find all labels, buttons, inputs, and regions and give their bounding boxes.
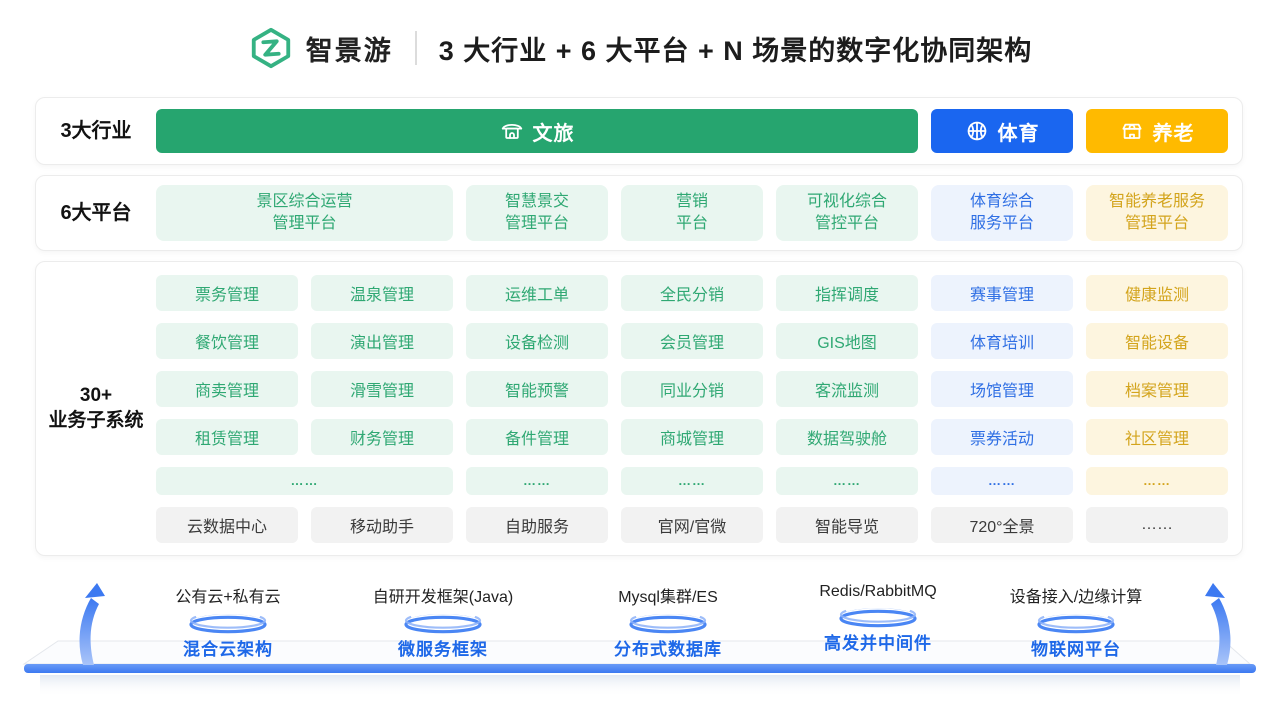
subsystem-chip: 体育培训 <box>931 323 1073 359</box>
foundation-tech-label: Mysql集群/ES <box>553 583 783 607</box>
subsystem-chip: 自助服务 <box>466 507 608 543</box>
subsystem-chip: 场馆管理 <box>931 371 1073 407</box>
industry-label: 体育 <box>998 117 1040 146</box>
industry-button-green[interactable]: 文旅 <box>156 109 918 153</box>
subsystem-chip: 会员管理 <box>621 323 763 359</box>
foundation-tech-label: 公有云+私有云 <box>113 583 343 607</box>
foundation-item: 自研开发框架(Java) 微服务框架 <box>328 583 558 660</box>
subsystems-section: 30+ 业务子系统 票务管理温泉管理运维工单全民分销指挥调度赛事管理健康监测餐饮… <box>35 261 1243 556</box>
subsystem-chip: 客流监测 <box>776 371 918 407</box>
foundation-platform-label: 高发并中间件 <box>763 629 993 654</box>
subsystem-chip: 智能预警 <box>466 371 608 407</box>
cloud-stack-icon <box>328 610 558 634</box>
cloud-stack-icon <box>961 610 1191 634</box>
subsystem-chip: 档案管理 <box>1086 371 1228 407</box>
platform-card: 营销 平台 <box>621 185 763 241</box>
subsystem-chip: …… <box>1086 507 1228 543</box>
brand-logo-icon <box>248 25 294 71</box>
industries-section: 3大行业 文旅 体育 养老 <box>35 97 1243 165</box>
subsystem-chip: 租赁管理 <box>156 419 298 455</box>
subsystems-label: 30+ 业务子系统 <box>36 384 156 433</box>
platforms-label: 6大平台 <box>36 200 156 226</box>
platform-card: 可视化综合 管控平台 <box>776 185 918 241</box>
subsystem-chip: 票务管理 <box>156 275 298 311</box>
subsystem-chip: 财务管理 <box>311 419 453 455</box>
foundation-item: 公有云+私有云混合云架构 <box>113 583 343 660</box>
platform-shadow <box>40 675 1240 697</box>
platform-card: 景区综合运营 管理平台 <box>156 185 453 241</box>
subsystem-chip: 健康监测 <box>1086 275 1228 311</box>
subsystem-chip: 智能导览 <box>776 507 918 543</box>
subsystem-chip: …… <box>776 467 918 495</box>
pagoda-icon <box>500 119 524 143</box>
industries-label: 3大行业 <box>36 118 156 144</box>
foundation-section: 公有云+私有云混合云架构自研开发框架(Java)微服务框架Mysql集群/ES分… <box>0 565 1280 720</box>
subsystems-grid: 票务管理温泉管理运维工单全民分销指挥调度赛事管理健康监测餐饮管理演出管理设备检测… <box>156 275 1228 543</box>
subsystem-chip: 票券活动 <box>931 419 1073 455</box>
subsystem-chip: 云数据中心 <box>156 507 298 543</box>
subsystem-chip: 温泉管理 <box>311 275 453 311</box>
platform-card: 智慧景交 管理平台 <box>466 185 608 241</box>
foundation-tech-label: Redis/RabbitMQ <box>763 583 993 601</box>
nursing-home-icon <box>1120 119 1144 143</box>
subsystem-chip: 餐饮管理 <box>156 323 298 359</box>
subsystem-chip: 商城管理 <box>621 419 763 455</box>
cloud-stack-icon <box>553 610 783 634</box>
industries-grid: 文旅 体育 养老 <box>156 109 1228 153</box>
platforms-section: 6大平台 景区综合运营 管理平台智慧景交 管理平台营销 平台可视化综合 管控平台… <box>35 175 1243 251</box>
foundation-item: Mysql集群/ES 分布式数据库 <box>553 583 783 660</box>
page-title: 3 大行业 + 6 大平台 + N 场景的数字化协同架构 <box>439 29 1033 68</box>
subsystem-chip: 移动助手 <box>311 507 453 543</box>
subsystem-chip: 720°全景 <box>931 507 1073 543</box>
subsystem-chip: 同业分销 <box>621 371 763 407</box>
industry-label: 文旅 <box>533 117 575 146</box>
subsystem-chip: 演出管理 <box>311 323 453 359</box>
platform-bar <box>24 664 1256 673</box>
subsystem-chip: …… <box>931 467 1073 495</box>
subsystem-chip: 滑雪管理 <box>311 371 453 407</box>
subsystem-chip: 指挥调度 <box>776 275 918 311</box>
industry-button-yellow[interactable]: 养老 <box>1086 109 1228 153</box>
subsystem-chip: …… <box>156 467 453 495</box>
cloud-stack-icon <box>113 610 343 634</box>
subsystem-chip: 官网/官微 <box>621 507 763 543</box>
header-divider <box>415 31 417 65</box>
foundation-item: 设备接入/边缘计算物联网平台 <box>961 583 1191 660</box>
subsystem-chip: 运维工单 <box>466 275 608 311</box>
basketball-icon <box>965 119 989 143</box>
foundation-item: Redis/RabbitMQ 高发并中间件 <box>763 583 993 654</box>
subsystem-chip: 社区管理 <box>1086 419 1228 455</box>
platform-card: 体育综合 服务平台 <box>931 185 1073 241</box>
industry-label: 养老 <box>1153 117 1195 146</box>
subsystem-chip: GIS地图 <box>776 323 918 359</box>
foundation-tech-label: 设备接入/边缘计算 <box>961 583 1191 607</box>
platform-card: 智能养老服务 管理平台 <box>1086 185 1228 241</box>
subsystem-chip: …… <box>466 467 608 495</box>
foundation-tech-label: 自研开发框架(Java) <box>328 583 558 607</box>
foundation-platform-label: 混合云架构 <box>113 635 343 660</box>
foundation-platform-label: 分布式数据库 <box>553 635 783 660</box>
subsystem-chip: 商卖管理 <box>156 371 298 407</box>
subsystem-chip: 设备检测 <box>466 323 608 359</box>
subsystem-chip: 全民分销 <box>621 275 763 311</box>
foundation-platform-label: 物联网平台 <box>961 635 1191 660</box>
cloud-stack-icon <box>763 604 993 628</box>
subsystem-chip: 智能设备 <box>1086 323 1228 359</box>
brand-name: 智景游 <box>306 29 393 68</box>
foundation-platform-label: 微服务框架 <box>328 635 558 660</box>
subsystem-chip: 备件管理 <box>466 419 608 455</box>
subsystem-chip: …… <box>621 467 763 495</box>
platforms-grid: 景区综合运营 管理平台智慧景交 管理平台营销 平台可视化综合 管控平台体育综合 … <box>156 185 1228 241</box>
industry-button-blue[interactable]: 体育 <box>931 109 1073 153</box>
page-header: 智景游 3 大行业 + 6 大平台 + N 场景的数字化协同架构 <box>0 22 1280 74</box>
subsystem-chip: 赛事管理 <box>931 275 1073 311</box>
subsystem-chip: 数据驾驶舱 <box>776 419 918 455</box>
subsystem-chip: …… <box>1086 467 1228 495</box>
